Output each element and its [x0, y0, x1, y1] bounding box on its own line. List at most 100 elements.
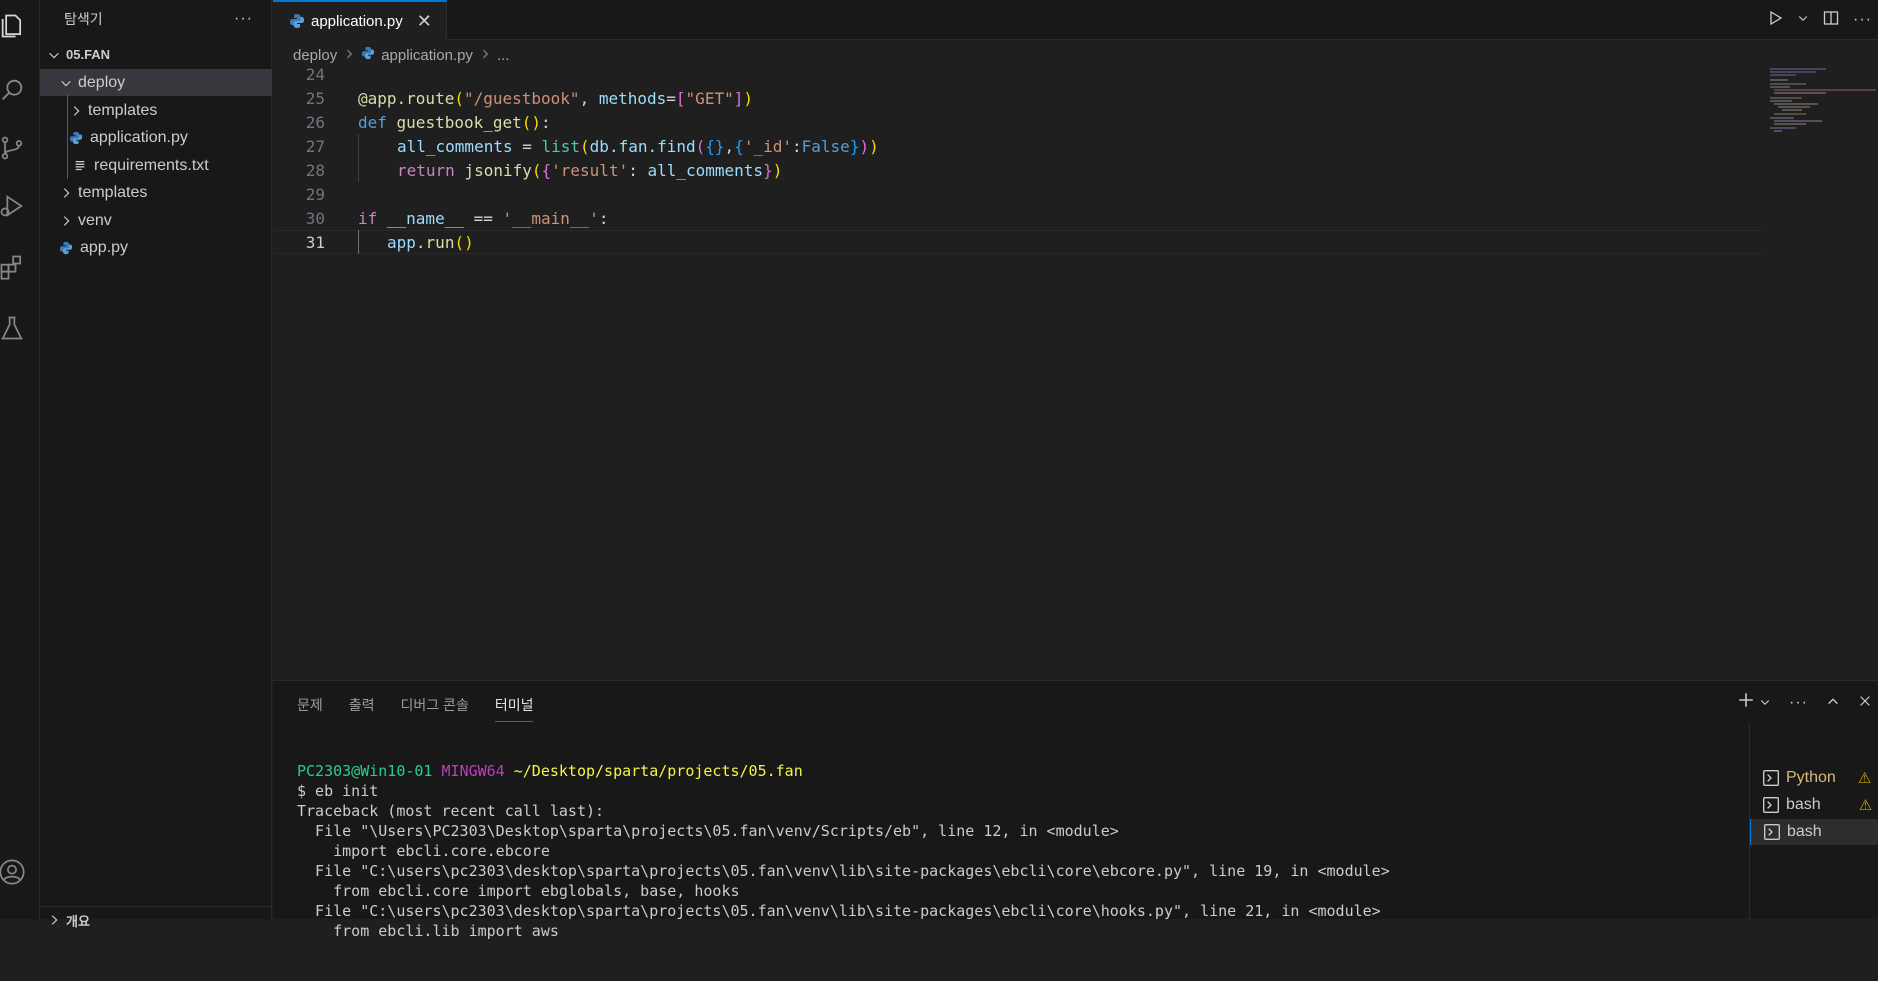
- chevron-right-icon: [68, 103, 84, 119]
- python-file-icon: [68, 130, 84, 146]
- terminal-instance-label: bash: [1787, 823, 1822, 840]
- explorer-title: 탐색기: [64, 11, 103, 27]
- run-dropdown-chevron-icon[interactable]: [1797, 11, 1809, 29]
- terminal-instance-label: Python: [1786, 769, 1836, 786]
- python-file-icon: [289, 13, 305, 29]
- activity-bar: [0, 0, 40, 919]
- more-actions-icon[interactable]: ···: [1789, 694, 1808, 712]
- terminal-icon: [1763, 823, 1781, 841]
- tree-item-templates-nested[interactable]: templates: [40, 97, 272, 124]
- maximize-panel-icon[interactable]: [1826, 692, 1840, 713]
- code-line: 30 if __name__ == '__main__':: [273, 206, 1763, 230]
- code-text: app.run(): [387, 232, 474, 252]
- minimap[interactable]: [1766, 66, 1878, 136]
- explorer-header: 탐색기 ···: [40, 0, 271, 38]
- terminal-instance-list: Python ⚠ bash ⚠ bash: [1749, 723, 1878, 920]
- source-control-icon[interactable]: [0, 128, 32, 168]
- tree-item-label: templates: [88, 101, 158, 119]
- terminal-output[interactable]: PC2303@Win10-01 MINGW64 ~/Desktop/sparta…: [297, 741, 1747, 981]
- explorer-icon[interactable]: [0, 6, 32, 46]
- outline-label: 개요: [66, 913, 90, 929]
- code-line: 24: [273, 62, 1763, 86]
- terminal-line: File "C:\users\pc2303\desktop\sparta\pro…: [297, 902, 1381, 920]
- text-file-icon: [72, 158, 88, 174]
- terminal-shell: MINGW64: [441, 762, 505, 780]
- terminal-instance-python[interactable]: Python ⚠: [1750, 765, 1878, 791]
- line-number: 24: [305, 64, 325, 84]
- warning-icon: ⚠: [1857, 770, 1872, 787]
- terminal-line: $ eb init: [297, 782, 379, 800]
- tree-item-requirements-txt[interactable]: requirements.txt: [40, 152, 272, 179]
- line-number: 29: [305, 184, 325, 204]
- tab-problems[interactable]: 문제: [297, 695, 323, 722]
- terminal-dropdown-chevron-icon[interactable]: [1759, 692, 1771, 713]
- line-number: 31: [305, 232, 325, 252]
- run-icon[interactable]: [1767, 10, 1783, 31]
- terminal-line: import ebcli.core.ebcore: [297, 842, 550, 860]
- code-text: return jsonify({'result': all_comments}): [397, 160, 783, 180]
- terminal-instance-label: bash: [1786, 796, 1821, 813]
- tree-item-templates[interactable]: templates: [40, 179, 272, 206]
- tree-item-deploy[interactable]: deploy: [40, 69, 272, 96]
- panel-tabs: 문제 출력 디버그 콘솔 터미널: [297, 695, 534, 722]
- tree-item-label: templates: [78, 183, 148, 201]
- tab-application-py[interactable]: application.py ✕: [273, 0, 447, 40]
- outline-section-header[interactable]: 개요: [40, 906, 272, 933]
- breadcrumb-symbol[interactable]: ...: [497, 47, 510, 64]
- terminal-instance-bash-active[interactable]: bash: [1750, 819, 1878, 845]
- chevron-right-icon: [479, 48, 491, 63]
- tree-item-application-py[interactable]: application.py: [40, 124, 272, 151]
- panel-actions: ···: [1737, 691, 1878, 714]
- code-line: 25 @app.route("/guestbook", methods=["GE…: [273, 86, 1763, 110]
- tab-output[interactable]: 출력: [349, 695, 375, 722]
- terminal-line: from ebcli.core import ebglobals, base, …: [297, 882, 740, 900]
- terminal-user: PC2303@Win10-01: [297, 762, 433, 780]
- indent-guide: [358, 158, 359, 182]
- code-text: all_comments = list(db.fan.find({},{'_id…: [397, 136, 879, 156]
- account-icon[interactable]: [0, 852, 32, 892]
- more-actions-icon[interactable]: ···: [234, 10, 253, 28]
- editor-tabs-bar: application.py ✕ ···: [273, 0, 1878, 40]
- line-number: 26: [305, 112, 325, 132]
- explorer-sidebar: 탐색기 ··· 05.FAN deploy templates applicat…: [40, 0, 272, 929]
- breadcrumb-file[interactable]: application.py: [381, 47, 473, 64]
- tab-terminal[interactable]: 터미널: [494, 695, 534, 722]
- tree-item-venv[interactable]: venv: [40, 207, 272, 234]
- code-line: 28 return jsonify({'result': all_comment…: [273, 158, 1763, 182]
- editor-actions: ···: [1767, 0, 1878, 40]
- code-text: def guestbook_get():: [358, 112, 551, 132]
- terminal-instance-bash[interactable]: bash ⚠: [1750, 792, 1878, 818]
- tree-item-label: app.py: [80, 238, 129, 256]
- terminal-path: ~/Desktop/sparta/projects/05.fan: [513, 762, 803, 780]
- code-text: if __name__ == '__main__':: [358, 208, 609, 228]
- terminal-icon: [1762, 796, 1780, 814]
- code-editor[interactable]: 24 25 @app.route("/guestbook", methods=[…: [273, 65, 1763, 680]
- chevron-right-icon: [58, 185, 74, 201]
- testing-icon[interactable]: [0, 308, 32, 348]
- line-number: 28: [305, 160, 325, 180]
- chevron-down-icon: [58, 75, 74, 91]
- run-debug-icon[interactable]: [0, 186, 32, 226]
- line-number: 25: [305, 88, 325, 108]
- tree-item-label: requirements.txt: [94, 156, 209, 174]
- new-terminal-icon[interactable]: [1737, 691, 1755, 714]
- split-editor-icon[interactable]: [1823, 10, 1839, 31]
- extensions-icon[interactable]: [0, 247, 32, 287]
- tab-debug-console[interactable]: 디버그 콘솔: [401, 695, 469, 722]
- terminal-line: from ebcli.lib import aws: [297, 922, 559, 940]
- tree-item-app-py[interactable]: app.py: [40, 234, 272, 261]
- more-actions-icon[interactable]: ···: [1853, 11, 1872, 29]
- line-number: 30: [305, 208, 325, 228]
- close-tab-icon[interactable]: ✕: [417, 11, 432, 32]
- chevron-right-icon: [46, 912, 62, 928]
- code-line: 29: [273, 182, 1763, 206]
- python-file-icon: [58, 240, 74, 256]
- close-panel-icon[interactable]: [1858, 692, 1872, 713]
- terminal-line: File "C:\users\pc2303\desktop\sparta\pro…: [297, 862, 1390, 880]
- search-icon[interactable]: [0, 70, 32, 110]
- chevron-right-icon: [58, 213, 74, 229]
- workspace-root[interactable]: 05.FAN: [40, 41, 272, 68]
- breadcrumb-folder[interactable]: deploy: [293, 47, 337, 64]
- terminal-line: File "\Users\PC2303\Desktop\sparta\proje…: [297, 822, 1119, 840]
- warning-icon: ⚠: [1858, 797, 1873, 814]
